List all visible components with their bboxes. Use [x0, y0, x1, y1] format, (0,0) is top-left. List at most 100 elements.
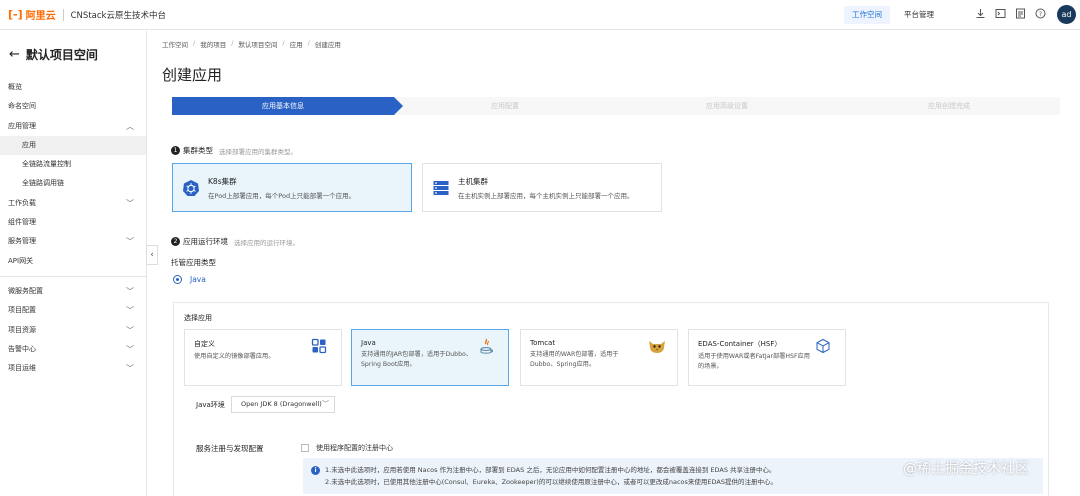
java-logo-icon [478, 338, 496, 356]
aliyun-logo-icon: [-] [8, 8, 23, 21]
document-icon[interactable] [1014, 8, 1026, 20]
watermark: @稀土掘金技术社区 [903, 461, 1029, 477]
service-registry-label: 服务注册与发现配置 [196, 444, 264, 453]
terminal-icon[interactable] [994, 8, 1006, 20]
grid-apps-icon [311, 338, 329, 356]
app-card-tomcat[interactable]: Tomcat 支持通用的WAR包部署，适用于Dubbo、Spring应用。 [520, 329, 678, 386]
card-title: K8s集群 [208, 176, 237, 186]
sidebar: ← 默认项目空间 概览 命名空间 应用管理 ︿ 应用 全链路流量控制 全链路调用… [0, 31, 147, 496]
host-app-type-label: 托管应用类型 [171, 258, 216, 267]
sidebar-item-label: 项目资源 [8, 325, 36, 334]
section-hint: 选择部署应用的集群类型。 [219, 147, 297, 156]
sidebar-item-label: 服务管理 [8, 237, 36, 246]
sidebar-item-project-config[interactable]: 项目配置 ﹀ [0, 301, 146, 320]
step-complete: 应用创建完成 [928, 102, 970, 110]
step-number-badge: 1 [171, 146, 180, 155]
step-arrow [394, 97, 403, 115]
sidebar-item-workloads[interactable]: 工作负载 ﹀ [0, 194, 146, 213]
logo-divider [62, 8, 64, 21]
app-card-description: 支持通用的JAR包部署，适用于Dubbo、Spring Boot应用。 [361, 351, 473, 368]
chevron-left-icon: ‹ [150, 250, 154, 260]
breadcrumb-item[interactable]: 工作空间 [162, 39, 188, 49]
card-description: 在主机实例上部署应用，每个主机实例上只能部署一个应用。 [458, 191, 634, 200]
sidebar-collapse-button[interactable]: ‹ [146, 245, 158, 265]
tab-platform-management[interactable]: 平台管理 [896, 6, 942, 24]
step-advanced-settings: 应用高级设置 [706, 102, 748, 110]
app-name: CNStack云原生技术中台 [70, 10, 166, 21]
chevron-down-icon: ﹀ [126, 237, 134, 247]
sidebar-item-label: 告警中心 [8, 344, 36, 353]
back-arrow-icon[interactable]: ← [9, 47, 20, 62]
card-title: 主机集群 [458, 176, 488, 186]
breadcrumb-item[interactable]: 默认项目空间 [238, 39, 277, 49]
sidebar-item-project-resources[interactable]: 项目资源 ﹀ [0, 321, 146, 340]
chevron-down-icon: ﹀ [126, 325, 134, 335]
section-title: 集群类型 [183, 146, 213, 155]
sidebar-item-apps[interactable]: 应用 [0, 135, 146, 156]
brand-name: 阿里云 [25, 11, 56, 22]
app-card-java[interactable]: Java 支持通用的JAR包部署，适用于Dubbo、Spring Boot应用。 [351, 329, 509, 386]
sidebar-item-services[interactable]: 服务管理 ﹀ [0, 232, 146, 251]
sidebar-item-overview[interactable]: 概览 [0, 78, 146, 97]
chevron-down-icon: ﹀ [126, 286, 134, 296]
sidebar-item-trace[interactable]: 全链路调用链 [0, 174, 146, 193]
k8s-cluster-card[interactable]: K8s集群 在Pod上部署应用，每个Pod上只能部署一个应用。 [172, 163, 412, 212]
app-card-description: 适用于使用WAR或者FatJar部署HSF应用的场景。 [698, 353, 810, 370]
sidebar-item-label: 微服务配置 [8, 286, 43, 295]
main-content: 工作空间 / 我的项目 / 默认项目空间 / 应用 / 创建应用 创建应用 应用基本信息… [162, 31, 1072, 496]
app-card-edas-container[interactable]: EDAS-Container（HSF） 适用于使用WAR或者FatJar部署HS… [688, 329, 846, 386]
breadcrumb-current: 创建应用 [314, 41, 341, 49]
chevron-down-icon: ﹀ [126, 364, 134, 374]
card-description: 在Pod上部署应用，每个Pod上只能部署一个应用。 [208, 191, 356, 200]
radio-label: Java [190, 275, 206, 284]
sidebar-item-api-gateway[interactable]: API网关 [0, 252, 146, 271]
sidebar-item-app-management[interactable]: 应用管理 ︿ [0, 117, 146, 136]
java-env-label: Java环境 [196, 401, 225, 409]
section-title: 应用运行环境 [183, 237, 228, 246]
chevron-up-icon: ︿ [126, 121, 134, 131]
cube-icon [815, 338, 833, 356]
java-radio[interactable]: Java [173, 275, 206, 284]
sidebar-item-label: 项目运维 [8, 364, 36, 373]
app-card-custom[interactable]: 自定义 使用自定义的镜像部署应用。 [184, 329, 342, 386]
sidebar-nav: 概览 命名空间 应用管理 ︿ 应用 全链路流量控制 全链路调用链 工作负载 ﹀ … [0, 78, 146, 378]
breadcrumb-item[interactable]: 我的项目 [200, 39, 226, 49]
help-icon[interactable]: ? [1034, 8, 1046, 20]
sidebar-item-microservice-config[interactable]: 微服务配置 ﹀ [0, 282, 146, 301]
avatar[interactable]: ad [1057, 5, 1076, 24]
brand-logo[interactable]: [-] 阿里云 [8, 7, 56, 22]
cluster-section-header: 1 集群类型 选择部署应用的集群类型。 [171, 145, 297, 156]
step-basic-info: 应用基本信息 [172, 97, 394, 115]
app-card-description: 支持通用的WAR包部署，适用于Dubbo、Spring应用。 [530, 351, 619, 368]
info-icon: i [311, 466, 320, 475]
top-bar: [-] 阿里云 CNStack云原生技术中台 工作空间 平台管理 ? ad [0, 0, 1080, 30]
sidebar-item-label: 工作负载 [8, 198, 36, 207]
top-tabs: 工作空间 平台管理 [844, 6, 948, 24]
java-env-select[interactable]: Open JDK 8 (Dragonwell) ﹀ [231, 396, 335, 413]
sidebar-item-namespace[interactable]: 命名空间 [0, 97, 146, 116]
sidebar-item-label: 应用管理 [8, 121, 36, 130]
step-indicator: 应用基本信息 应用配置 应用高级设置 应用创建完成 [172, 97, 1060, 115]
card-text: K8s集群 在Pod上部署应用，每个Pod上只能部署一个应用。 [208, 176, 355, 200]
host-cluster-card[interactable]: 主机集群 在主机实例上部署应用，每个主机实例上只能部署一个应用。 [422, 163, 662, 212]
app-card-description: 使用自定义的镜像部署应用。 [194, 353, 275, 360]
sidebar-item-alert-center[interactable]: 告警中心 ﹀ [0, 340, 146, 359]
server-icon [431, 178, 451, 198]
sidebar-item-project-ops[interactable]: 项目运维 ﹀ [0, 359, 146, 378]
tab-workspace[interactable]: 工作空间 [844, 6, 890, 24]
download-icon[interactable] [974, 8, 986, 20]
choose-app-label: 选择应用 [184, 314, 212, 322]
page-title: 创建应用 [162, 66, 223, 84]
header-icon-group: ? [974, 8, 1054, 20]
sidebar-item-components[interactable]: 组件管理 [0, 213, 146, 232]
step-app-config: 应用配置 [491, 102, 519, 110]
chevron-down-icon: ﹀ [126, 344, 134, 354]
breadcrumb-item[interactable]: 应用 [290, 39, 303, 49]
sidebar-divider [0, 275, 146, 277]
sidebar-item-label: 项目配置 [8, 306, 36, 315]
sidebar-item-traffic-control[interactable]: 全链路流量控制 [0, 155, 146, 174]
chevron-down-icon: ﹀ [126, 306, 134, 316]
chevron-down-icon: ﹀ [126, 198, 134, 208]
breadcrumb: 工作空间 / 我的项目 / 默认项目空间 / 应用 / 创建应用 [162, 39, 341, 49]
use-program-registry-checkbox[interactable] [301, 444, 309, 452]
